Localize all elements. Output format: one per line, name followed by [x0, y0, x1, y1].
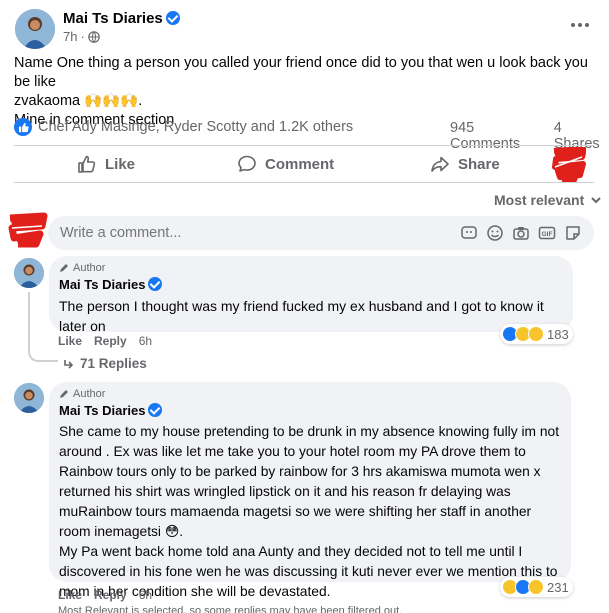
reply-arrow-icon — [64, 359, 74, 369]
pen-icon — [60, 264, 68, 272]
view-replies-button[interactable]: 71 Replies — [62, 356, 147, 371]
reactions-text[interactable]: Chef Ady Masinge, Ryder Scotty and 1.2K … — [38, 119, 353, 135]
commenter-name[interactable]: Mai Ts Diaries — [59, 277, 145, 292]
wow-emoji-icon — [528, 579, 544, 595]
camera-icon[interactable] — [512, 224, 530, 242]
verified-badge-icon — [148, 277, 163, 291]
more-options-icon[interactable] — [568, 17, 592, 33]
page-avatar[interactable] — [15, 9, 55, 49]
share-arrow-icon — [431, 156, 449, 172]
composer-tools: GIF — [460, 224, 582, 242]
reaction-count: 231 — [547, 579, 569, 595]
comment-reactions[interactable]: 183 — [500, 324, 573, 344]
author-badge-label: Author — [73, 262, 106, 274]
dot-separator: · — [80, 29, 85, 44]
comment-input[interactable] — [60, 225, 460, 241]
sort-label: Most relevant — [494, 192, 585, 208]
comment-button-label: Comment — [265, 155, 335, 173]
author-badge: Author — [59, 388, 561, 400]
comment-text: The person I thought was my friend fucke… — [59, 298, 544, 334]
sort-dropdown[interactable]: Most relevant — [494, 192, 602, 208]
comment-button[interactable]: Comment — [237, 154, 334, 174]
post-meta: 7h · — [63, 29, 100, 44]
comment-time[interactable]: 6h — [139, 588, 152, 602]
comment-composer[interactable]: GIF — [48, 216, 594, 250]
comment-reactions[interactable]: 231 — [500, 577, 573, 597]
comment-reply-button[interactable]: Reply — [94, 588, 127, 602]
reaction-count: 183 — [547, 326, 569, 342]
commenter-avatar[interactable] — [14, 258, 44, 288]
verified-badge-icon — [165, 11, 180, 25]
comment-text: She came to my house pretending to be dr… — [59, 424, 560, 539]
gif-icon[interactable]: GIF — [538, 224, 556, 242]
post-body-line: Name One thing a person you called your … — [14, 55, 588, 90]
share-button[interactable]: Share — [430, 154, 500, 174]
comments-count[interactable]: 945 Comments — [450, 120, 544, 152]
author-badge-label: Author — [73, 388, 106, 400]
author-badge: Author — [59, 262, 563, 274]
comment-actions: Like Reply 6h — [58, 334, 152, 348]
commenter-avatar[interactable] — [14, 383, 44, 413]
comment-reply-button[interactable]: Reply — [94, 334, 127, 348]
verified-badge-icon — [148, 403, 163, 417]
divider — [14, 145, 594, 146]
comment-bubble: Author Mai Ts Diaries The person I thoug… — [49, 256, 573, 334]
page-name-link[interactable]: Mai Ts Diaries — [63, 10, 163, 27]
filter-note: Most Relevant is selected, so some repli… — [58, 605, 403, 613]
pen-icon — [60, 390, 68, 398]
reactions-summary[interactable]: Chef Ady Masinge, Ryder Scotty and 1.2K … — [14, 118, 353, 136]
wow-emoji-icon — [528, 326, 544, 342]
redaction-scribble — [6, 212, 48, 248]
like-button-label: Like — [105, 155, 136, 173]
like-reaction-icon — [14, 118, 32, 136]
globe-icon — [88, 30, 100, 43]
thumbs-up-icon — [78, 155, 96, 173]
divider — [14, 182, 594, 183]
share-button-label: Share — [458, 155, 500, 173]
chevron-down-icon — [591, 197, 601, 204]
comment-time[interactable]: 6h — [139, 334, 152, 348]
post-author-line: Mai Ts Diaries — [63, 10, 180, 28]
reply-thread-connector — [28, 340, 58, 362]
redaction-scribble — [552, 146, 587, 184]
comment-bubble: Author Mai Ts Diaries She came to my hou… — [49, 382, 571, 599]
post-time[interactable]: 7h — [63, 29, 77, 44]
post-body-line: zvakaoma 🙌🙌🙌. — [14, 93, 143, 109]
commenter-name[interactable]: Mai Ts Diaries — [59, 403, 145, 418]
replies-count: 71 Replies — [80, 356, 147, 371]
like-button[interactable]: Like — [77, 154, 135, 174]
svg-text:GIF: GIF — [542, 231, 553, 238]
comment-actions: Like Reply 6h — [58, 588, 152, 602]
comment-bubble-icon — [238, 155, 256, 172]
sticker-icon[interactable] — [564, 224, 582, 242]
emoji-icon[interactable] — [486, 224, 504, 242]
avatar-sticker-icon[interactable] — [460, 224, 478, 242]
comment-like-button[interactable]: Like — [58, 334, 82, 348]
comment-like-button[interactable]: Like — [58, 588, 82, 602]
